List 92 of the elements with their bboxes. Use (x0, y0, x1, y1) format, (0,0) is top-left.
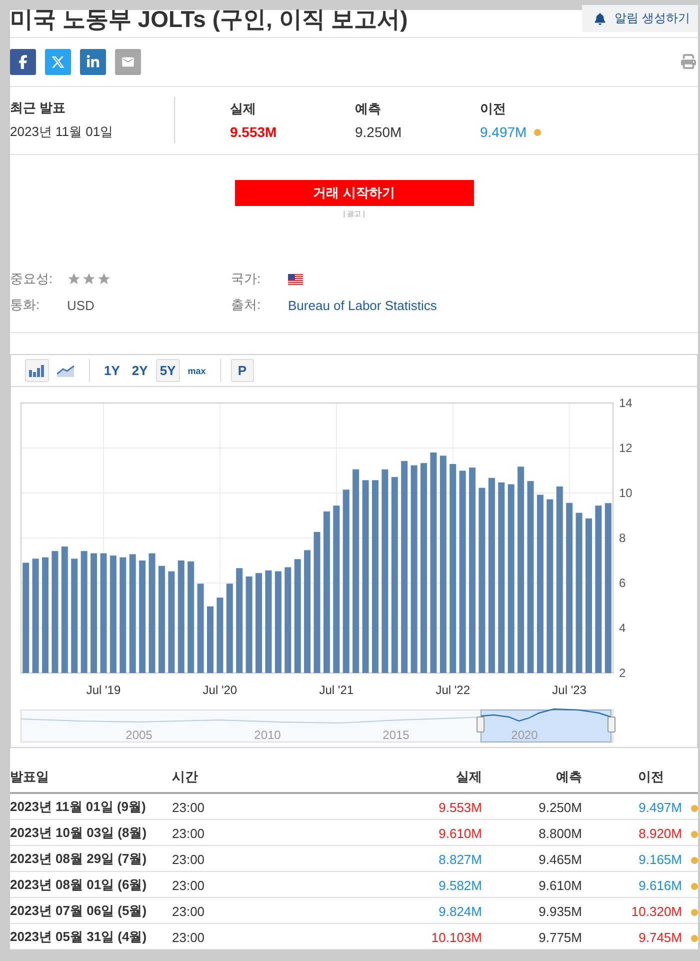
table-cell: 9.165M (638, 852, 682, 866)
chart-type-button[interactable] (25, 359, 49, 382)
star-icon (67, 272, 81, 286)
table-cell: 9.745M (638, 930, 682, 944)
table-cell: 2023년 08월 01일 (6월) (10, 877, 147, 892)
column-header: 시간 (172, 764, 294, 793)
source-link[interactable]: Bureau of Labor Statistics (288, 298, 698, 312)
bar-chart-icon (29, 364, 45, 376)
in-letter-icon (86, 54, 100, 69)
start-trading-button[interactable]: 거래 시작하기 (234, 180, 474, 206)
table-cell: 2023년 11월 01일 (9월) (10, 799, 146, 814)
axis-label: 14 (619, 396, 632, 410)
release-value: 9.553M (230, 124, 277, 140)
axis-label: 8 (619, 531, 626, 545)
table-cell: 8.920M (638, 826, 682, 840)
axis-label: Jul '20 (202, 683, 238, 695)
column-header: 실제 (293, 764, 482, 793)
navigator-handle[interactable] (608, 716, 616, 732)
bell-icon (594, 12, 606, 24)
range-tab[interactable]: 2Y (128, 359, 152, 382)
column-header: 이전 (582, 764, 682, 793)
star-icon (82, 272, 96, 286)
column-label: 예측 (355, 100, 382, 118)
country-label: 국가: (231, 270, 262, 288)
table-cell: 2023년 05월 31일 (4월) (10, 929, 147, 944)
table-cell: 9.616M (638, 878, 682, 892)
source-label: 출처: (231, 296, 262, 314)
column-header: 예측 (482, 764, 582, 793)
table-cell: 23:00 (172, 904, 205, 918)
table-cell: 23:00 (172, 800, 205, 814)
table-cell: 10.320M (631, 904, 682, 918)
envelope-icon (121, 54, 135, 69)
range-tab[interactable]: 1Y (100, 359, 124, 382)
chart-bar (207, 606, 214, 673)
table-cell: 9.935M (538, 904, 582, 918)
page-title: 미국 노동부 JOLTs (구인, 이직 보고서) (10, 5, 408, 34)
p-button[interactable]: P (230, 359, 254, 382)
year-label: 2010 (254, 728, 281, 742)
flag-icon (288, 274, 303, 284)
axis-label: 10 (619, 486, 632, 500)
range-tab[interactable]: 5Y (156, 359, 180, 382)
axis-label: Jul '22 (436, 683, 470, 695)
table-cell: 9.497M (638, 800, 682, 814)
axis-label: 2 (619, 666, 626, 680)
release-date: 2023년 11월 01일 (10, 123, 114, 142)
table-cell: 2023년 08월 29일 (7월) (10, 851, 147, 866)
share-button[interactable] (45, 48, 71, 75)
axis-label: Jul '23 (552, 683, 586, 695)
axis-label: 12 (619, 441, 632, 455)
f-letter-icon (16, 54, 30, 69)
axis-label: Jul '21 (319, 683, 354, 695)
axis-label: Jul '19 (86, 683, 121, 695)
table-cell: 2023년 10월 03일 (8월) (10, 825, 147, 840)
currency-label: 통화: (10, 296, 41, 314)
axis-label: 4 (619, 621, 626, 635)
table-cell: 23:00 (172, 878, 205, 892)
table-cell: 9.582M (438, 878, 482, 892)
year-label: 2020 (511, 728, 538, 742)
axis-label: 6 (619, 576, 626, 590)
year-label: 2015 (382, 728, 410, 742)
table-cell: 9.553M (438, 800, 482, 814)
table-cell: 9.775M (538, 930, 582, 944)
share-button[interactable] (10, 48, 36, 75)
table-cell: 9.465M (538, 852, 582, 866)
currency-value: USD (67, 298, 96, 312)
table-cell: 9.824M (438, 904, 482, 918)
table-cell: 8.827M (438, 852, 482, 866)
navigator-handle[interactable] (476, 716, 484, 732)
importance-label: 중요성: (10, 270, 54, 288)
table-cell: 9.610M (438, 826, 482, 840)
share-button[interactable] (80, 48, 106, 75)
line-chart-icon (57, 364, 75, 376)
table-cell: 23:00 (172, 852, 205, 866)
table-cell: 23:00 (172, 930, 205, 944)
range-tab[interactable]: max (184, 359, 210, 382)
table-cell: 23:00 (172, 826, 205, 840)
year-label: 2005 (126, 728, 152, 742)
column-label: 실제 (230, 100, 257, 118)
table-cell: 8.800M (538, 826, 582, 840)
release-value: 9.497M (480, 124, 527, 140)
column-label: 이전 (480, 100, 507, 118)
release-value: 9.250M (355, 124, 402, 140)
table-cell: 10.103M (431, 930, 482, 944)
table-cell: 9.610M (538, 878, 582, 892)
create-alert-button[interactable]: 알림 생성하기 (582, 5, 698, 32)
star-icon (97, 272, 111, 286)
column-header: 발표일 (10, 764, 172, 793)
x-letter-icon (51, 54, 65, 69)
print-icon[interactable] (681, 54, 696, 70)
table-cell: 9.250M (538, 800, 582, 814)
table-cell: 2023년 07월 06일 (5월) (10, 903, 147, 918)
latest-release-label: 최근 발표 (10, 99, 67, 118)
